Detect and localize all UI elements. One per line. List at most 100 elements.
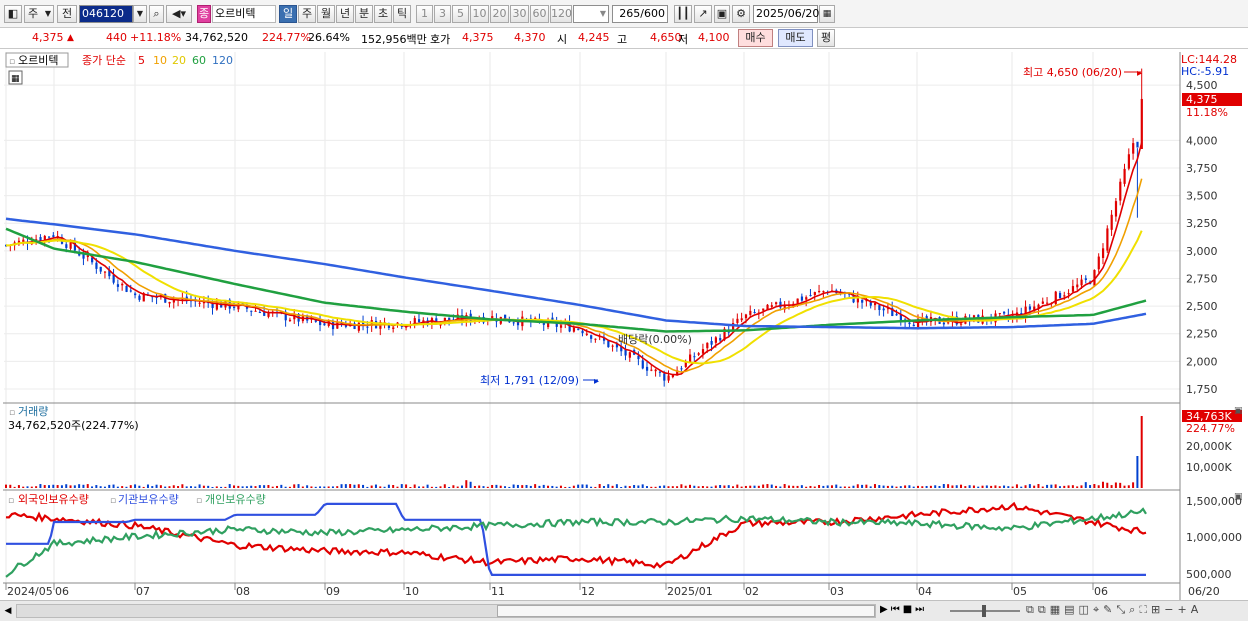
ma-legend-60: 60 xyxy=(192,54,206,67)
interval-button-10[interactable]: 10 xyxy=(470,5,489,23)
gear-icon[interactable]: ⚙ xyxy=(732,5,750,23)
period-tab-6[interactable]: 틱 xyxy=(393,5,411,23)
period-tab-2[interactable]: 월 xyxy=(317,5,335,23)
stop-icon[interactable]: ■ xyxy=(903,604,915,615)
period-tab-5[interactable]: 초 xyxy=(374,5,392,23)
scroll-thumb[interactable] xyxy=(497,605,875,617)
chart-svg[interactable]: 오르비텍 ▫ 종가 단순 5 10 20 60 120 ▦ 최고 4,650 (… xyxy=(0,49,1248,600)
x-axis-label: 03 xyxy=(830,585,844,598)
open-label: 시 xyxy=(557,33,568,46)
prev-button[interactable]: 전 xyxy=(57,5,77,23)
interval-button-30[interactable]: 30 xyxy=(510,5,529,23)
candle-body xyxy=(1071,286,1075,292)
volume-bar xyxy=(1033,485,1036,488)
volume-bar xyxy=(559,485,562,488)
date-field[interactable]: 2025/06/20 xyxy=(753,5,819,23)
period-tab-1[interactable]: 주 xyxy=(298,5,316,23)
draw-tool-icon[interactable]: ↗ xyxy=(694,5,712,23)
chart-window-icon[interactable]: ◧ xyxy=(4,5,22,23)
sell-button[interactable]: 매도 xyxy=(778,29,813,47)
font-size-icon[interactable]: A xyxy=(1191,603,1203,616)
forward-icon[interactable]: ⏭ xyxy=(915,604,927,615)
volume-bar xyxy=(899,486,902,488)
search-icon[interactable]: ⌕ xyxy=(149,5,164,23)
period-select[interactable]: 주 ▼ xyxy=(24,5,54,23)
interval-button-3[interactable]: 3 xyxy=(434,5,451,23)
minus-icon[interactable]: − xyxy=(1164,603,1177,616)
trend-icon[interactable]: ⤡ xyxy=(1116,603,1129,616)
volume-bar xyxy=(792,485,795,488)
scroll-left-icon[interactable]: ◀ xyxy=(2,604,14,618)
interval-button-60[interactable]: 60 xyxy=(530,5,549,23)
volume-bar xyxy=(800,485,803,488)
candle-body xyxy=(82,254,85,259)
play-icon[interactable]: ▶ xyxy=(880,604,891,615)
volume-bar xyxy=(121,486,124,488)
fit-icon[interactable]: ⛶ xyxy=(1139,603,1151,616)
volume-bar xyxy=(921,486,924,488)
low-annotation: 최저 1,791 (12/09) xyxy=(480,374,579,387)
stock-name-field[interactable]: 오르비텍 xyxy=(212,5,276,23)
plus-icon[interactable]: + xyxy=(1177,603,1190,616)
eval-button[interactable]: 평 xyxy=(817,29,835,47)
volume-bar xyxy=(555,486,558,488)
calendar-icon[interactable]: ▦ xyxy=(819,5,835,23)
ask-label: 호가 xyxy=(430,33,451,46)
table-icon[interactable]: ▦ xyxy=(1050,603,1064,616)
pen-icon[interactable]: ✎ xyxy=(1103,603,1116,616)
count-field[interactable]: 265/600 xyxy=(612,5,668,23)
volume-bar xyxy=(469,481,472,488)
chart-area[interactable]: 오르비텍 ▫ 종가 단순 5 10 20 60 120 ▦ 최고 4,650 (… xyxy=(0,49,1248,600)
volume-bar xyxy=(349,484,352,488)
volume-bar xyxy=(689,484,691,488)
crosshair-icon[interactable]: ⌖ xyxy=(1093,603,1103,616)
interval-button-20[interactable]: 20 xyxy=(490,5,509,23)
x-axis-label: 04 xyxy=(918,585,932,598)
layout-icon[interactable]: ⧉ xyxy=(1026,603,1038,616)
volume-bar xyxy=(1119,482,1122,488)
zoom-icon[interactable]: ⌕ xyxy=(1129,603,1139,616)
volume-bar xyxy=(822,485,825,488)
playback-controls[interactable]: ▶⏮■⏭ xyxy=(880,604,927,615)
period-tab-4[interactable]: 분 xyxy=(355,5,373,23)
grid-icon[interactable]: ▤ xyxy=(1064,603,1078,616)
holding-panel-close-icon[interactable]: ▣ xyxy=(1234,492,1243,502)
code-input[interactable]: 046120 xyxy=(79,5,133,23)
volume-bar xyxy=(693,485,696,488)
x-axis-label: 02 xyxy=(745,585,759,598)
link-icon[interactable]: ⊞ xyxy=(1151,603,1164,616)
period-tab-0[interactable]: 일 xyxy=(279,5,297,23)
interval-button-5[interactable]: 5 xyxy=(452,5,469,23)
volume-panel-close-icon[interactable]: ▣ xyxy=(1234,406,1243,416)
speaker-icon[interactable]: ◀▾ xyxy=(166,5,192,23)
code-dropdown-icon[interactable]: ▼ xyxy=(133,5,147,23)
save-icon[interactable]: ▣ xyxy=(714,5,730,23)
toolbar: ◧ 주 ▼ 전 046120 ▼ ⌕ ◀▾ 종 오르비텍 ▼ 265/600 ┃┃… xyxy=(0,0,1248,28)
volume-bar xyxy=(30,486,33,488)
volume-bar xyxy=(1136,456,1139,488)
volume-bar xyxy=(1089,485,1092,488)
interval-button-1[interactable]: 1 xyxy=(416,5,433,23)
volume-bar xyxy=(86,484,89,488)
volume-bar xyxy=(233,485,235,488)
volume-bar xyxy=(430,486,433,488)
scroll-track[interactable] xyxy=(16,604,876,618)
candle-type-icon[interactable]: ┃┃ xyxy=(674,5,692,23)
copy-icon[interactable]: ⧉ xyxy=(1038,603,1050,616)
buy-button[interactable]: 매수 xyxy=(738,29,773,47)
split-icon[interactable]: ◫ xyxy=(1079,603,1093,616)
interval-dropdown[interactable]: ▼ xyxy=(573,5,609,23)
count-total: /600 xyxy=(640,7,665,20)
volume-bar xyxy=(770,484,773,488)
volume-bar xyxy=(568,486,571,488)
rewind-icon[interactable]: ⏮ xyxy=(891,604,903,615)
volume-bar xyxy=(48,485,51,488)
chart-tool-icons[interactable]: ⧉⧉▦▤◫⌖✎⤡⌕⛶⊞−+A xyxy=(1026,603,1202,617)
period-tab-3[interactable]: 년 xyxy=(336,5,354,23)
zoom-slider-handle[interactable] xyxy=(982,605,986,617)
interval-button-120[interactable]: 120 xyxy=(550,5,572,23)
volume-bar xyxy=(129,485,132,488)
zoom-slider[interactable] xyxy=(950,604,1020,618)
volume-bar xyxy=(276,485,279,488)
volume-bar xyxy=(9,484,12,488)
